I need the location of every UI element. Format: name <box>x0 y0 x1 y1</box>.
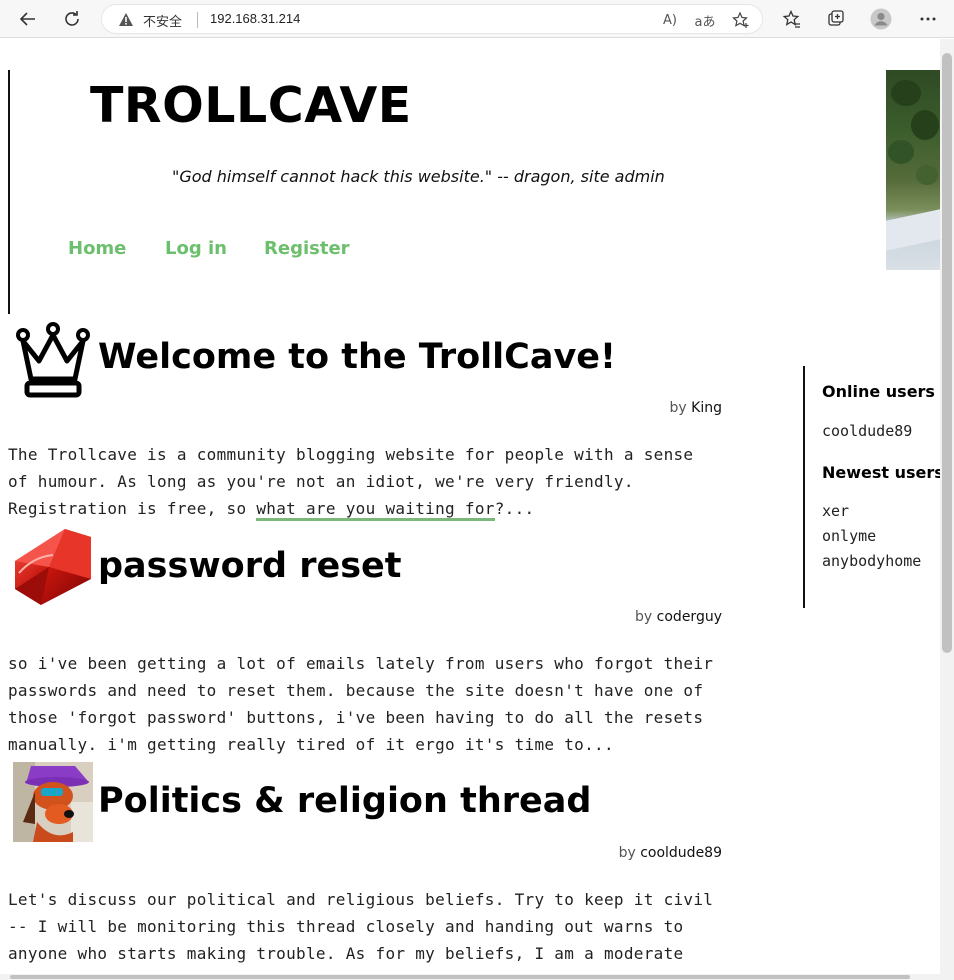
translate-icon[interactable]: aあ <box>694 10 716 30</box>
post-excerpt: Let's discuss our political and religiou… <box>8 890 714 963</box>
post-excerpt: so i've been getting a lot of emails lat… <box>8 654 714 754</box>
online-user-link[interactable]: cooldude89 <box>822 422 912 440</box>
refresh-icon[interactable] <box>58 5 86 33</box>
read-aloud-icon[interactable]: A) <box>659 10 681 30</box>
url-text[interactable]: 192.168.31.214 <box>210 11 300 26</box>
post-byline: by coderguy <box>635 609 722 625</box>
post-author-link[interactable]: King <box>691 400 722 416</box>
newest-users-heading: Newest users <box>822 463 940 482</box>
more-icon[interactable] <box>914 5 942 33</box>
back-icon[interactable] <box>14 5 42 33</box>
avatar-dog-icon <box>13 762 93 842</box>
excerpt-text-end: ?... <box>494 499 535 518</box>
scrollbar-thumb[interactable] <box>10 975 910 979</box>
browser-toolbar: 不安全 192.168.31.214 A) aあ <box>0 0 954 38</box>
warning-icon <box>119 13 133 26</box>
header-photo <box>886 70 940 270</box>
nav-register-link[interactable]: Register <box>264 238 350 259</box>
byline-prefix: by <box>635 609 653 625</box>
site-motto: "God himself cannot hack this website." … <box>172 167 665 186</box>
byline-prefix: by <box>669 400 687 416</box>
header-divider <box>8 70 10 314</box>
security-label[interactable]: 不安全 <box>143 11 182 30</box>
sidebar: Online users cooldude89 Newest users xer… <box>803 366 940 608</box>
collections-icon[interactable] <box>822 5 850 33</box>
newest-user-link[interactable]: xer <box>822 502 849 520</box>
crown-icon <box>16 322 90 398</box>
online-users-heading: Online users <box>822 382 935 401</box>
profile-icon[interactable] <box>867 5 895 33</box>
address-bar[interactable]: 不安全 192.168.31.214 A) aあ <box>101 4 763 34</box>
vertical-scrollbar[interactable] <box>940 39 954 980</box>
post-excerpt: The Trollcave is a community blogging we… <box>8 441 720 522</box>
web-page: TROLLCAVE "God himself cannot hack this … <box>0 39 940 974</box>
newest-user-link[interactable]: anybodyhome <box>822 552 921 570</box>
newest-user-link[interactable]: onlyme <box>822 527 876 545</box>
post-byline: by cooldude89 <box>619 845 722 861</box>
post-author-link[interactable]: cooldude89 <box>640 845 722 861</box>
post-byline: by King <box>670 400 722 416</box>
address-divider <box>197 12 198 28</box>
byline-prefix: by <box>618 845 636 861</box>
post-title[interactable]: Welcome to the TrollCave! <box>98 337 616 377</box>
favorites-icon[interactable] <box>778 5 806 33</box>
nav-login-link[interactable]: Log in <box>165 238 227 259</box>
post-author-link[interactable]: coderguy <box>657 609 722 625</box>
nav-home-link[interactable]: Home <box>68 238 126 259</box>
excerpt-link[interactable]: what are you waiting for <box>256 499 495 521</box>
post-title[interactable]: Politics & religion thread <box>98 781 591 821</box>
ruby-icon <box>15 529 91 605</box>
add-favorite-icon[interactable] <box>730 10 752 30</box>
post-title[interactable]: password reset <box>98 546 402 586</box>
horizontal-scrollbar[interactable] <box>0 974 940 980</box>
scrollbar-thumb[interactable] <box>942 53 952 653</box>
site-title: TROLLCAVE <box>90 77 412 134</box>
